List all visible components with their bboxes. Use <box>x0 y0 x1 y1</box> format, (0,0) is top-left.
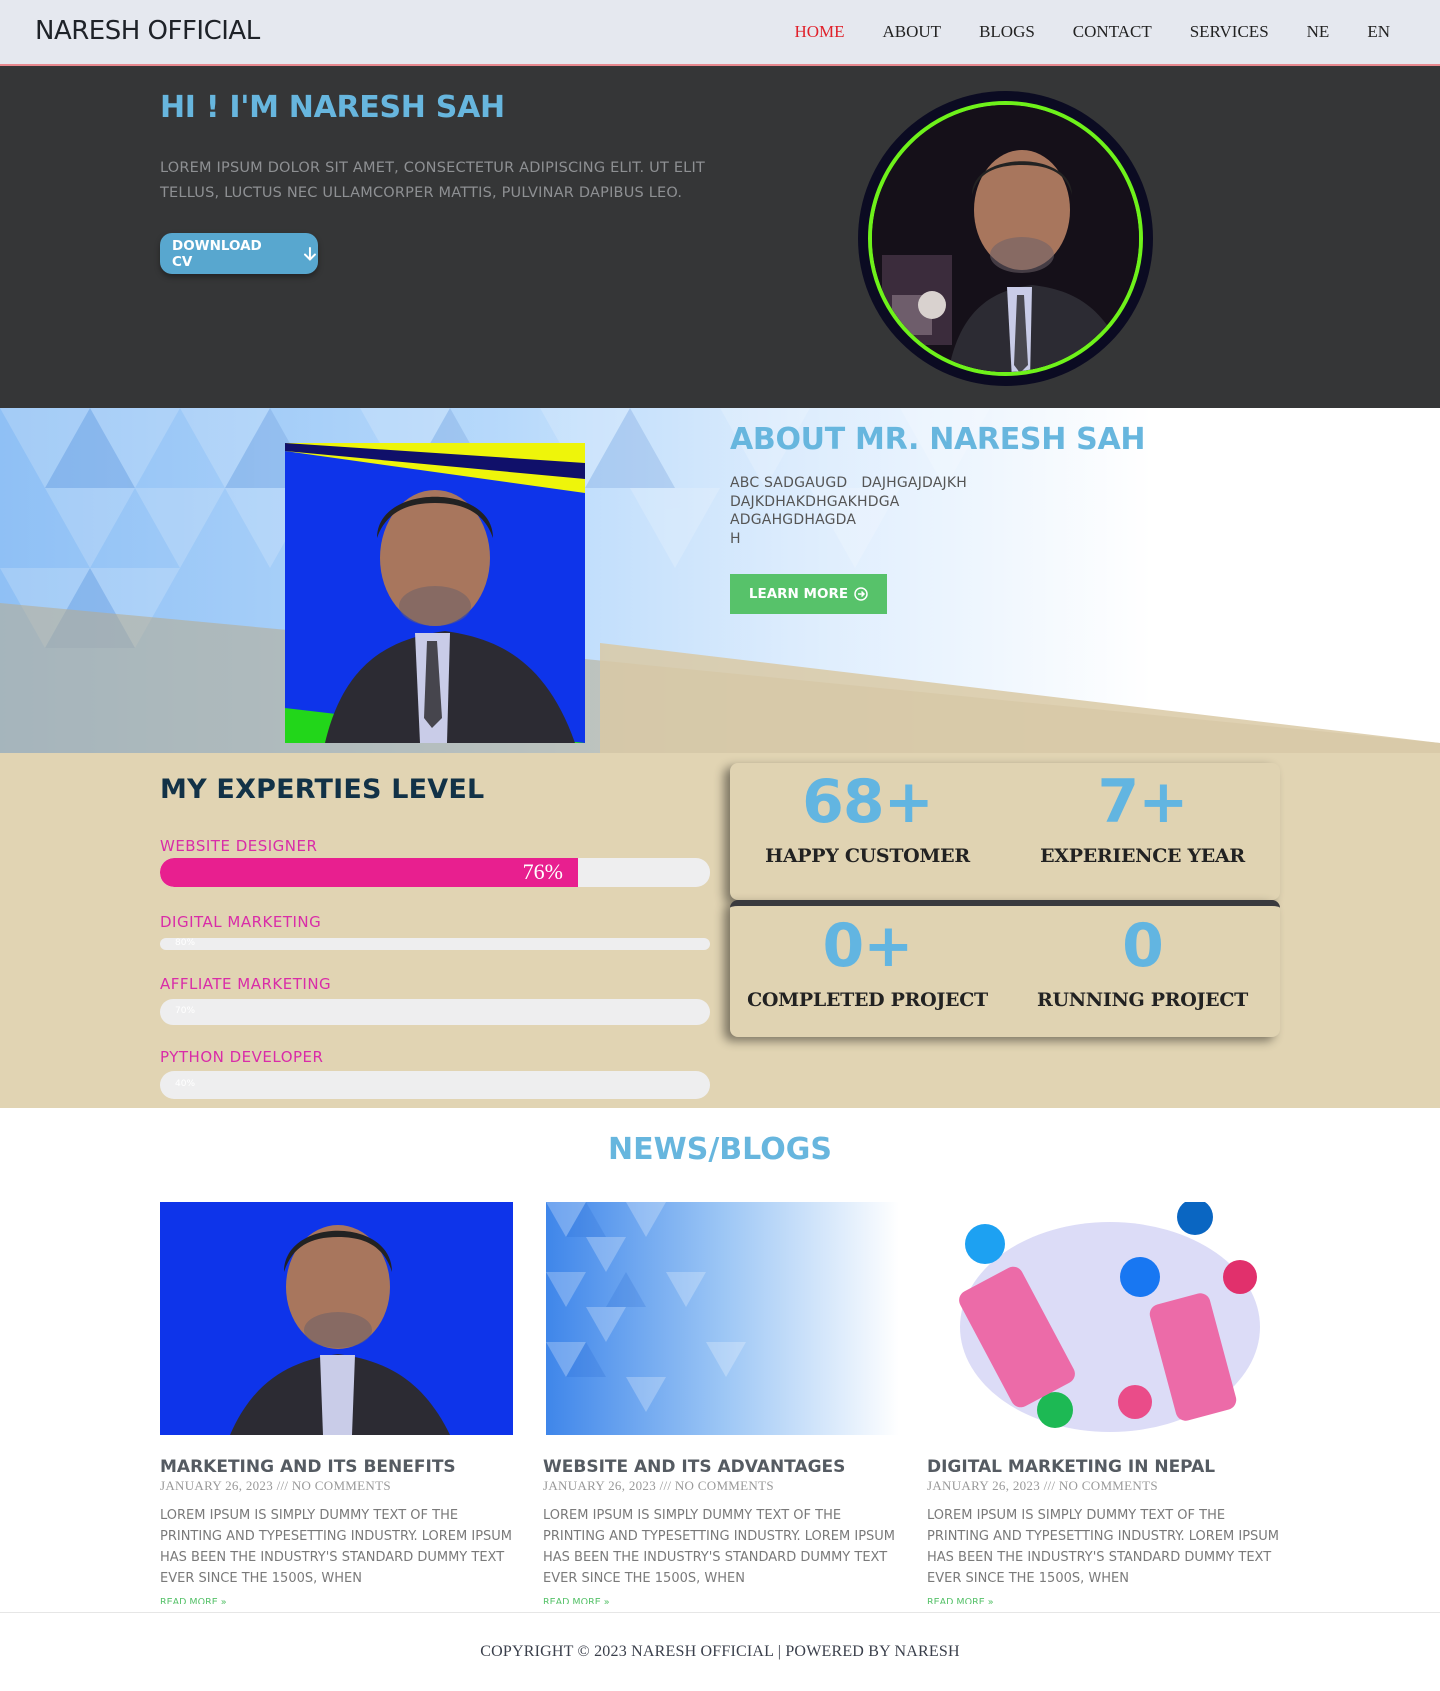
skill-label: AFFLIATE MARKETING <box>160 975 332 993</box>
stats-card: 0+ COMPLETED PROJECT 0 RUNNING PROJECT <box>730 900 1280 1037</box>
hero-section: HI ! I'M NARESH SAH LOREM IPSUM DOLOR SI… <box>0 66 1440 408</box>
stat-item: 7+ EXPERIENCE YEAR <box>1005 769 1280 867</box>
nav-blogs[interactable]: BLOGS <box>979 22 1035 42</box>
post-image[interactable] <box>546 1202 899 1435</box>
experties-section: MY EXPERTIES LEVEL WEBSITE DESIGNER 76% … <box>0 753 1440 1108</box>
stat-number: 0 <box>1122 911 1164 981</box>
nav-home[interactable]: HOME <box>794 22 844 42</box>
stat-item: 0 RUNNING PROJECT <box>1005 913 1280 1011</box>
skill-percent: 76% <box>522 859 563 884</box>
skill-label: DIGITAL MARKETING <box>160 913 322 931</box>
download-cv-button[interactable]: DOWNLOAD CV <box>160 233 318 274</box>
about-line: H <box>730 530 741 547</box>
learn-more-button[interactable]: LEARN MORE <box>730 574 887 614</box>
skill-percent: 40% <box>175 1079 196 1089</box>
post-meta: JANUARY 26, 2023 /// NO COMMENTS <box>543 1478 774 1493</box>
skill-bar: 76% <box>160 858 710 887</box>
social-media-illustration <box>930 1202 1283 1435</box>
site-header: NARESH OFFICIAL HOME ABOUT BLOGS CONTACT… <box>0 0 1440 66</box>
nav-services[interactable]: SERVICES <box>1190 22 1269 42</box>
read-more-link[interactable]: READ MORE » <box>160 1596 227 1604</box>
stat-label: COMPLETED PROJECT <box>747 989 988 1011</box>
download-cv-label: DOWNLOAD CV <box>172 237 262 270</box>
read-more-link[interactable]: READ MORE » <box>927 1596 994 1604</box>
stat-number: 68+ <box>802 767 934 837</box>
post-title[interactable]: MARKETING AND ITS BENEFITS <box>160 1457 456 1477</box>
post-title[interactable]: WEBSITE AND ITS ADVANTAGES <box>543 1457 845 1477</box>
stat-number: 7+ <box>1097 767 1188 837</box>
skill-label: WEBSITE DESIGNER <box>160 837 318 855</box>
post-meta: JANUARY 26, 2023 /// NO COMMENTS <box>927 1478 1158 1493</box>
learn-more-label: LEARN MORE <box>748 586 849 602</box>
post-meta: JANUARY 26, 2023 /// NO COMMENTS <box>160 1478 391 1493</box>
hero-text: LOREM IPSUM DOLOR SIT AMET, CONSECTETUR … <box>160 160 705 201</box>
arrow-circle-right-icon <box>854 587 868 601</box>
post-title[interactable]: DIGITAL MARKETING IN NEPAL <box>927 1457 1215 1477</box>
skill-bar: 80% <box>160 938 710 950</box>
stat-item: 0+ COMPLETED PROJECT <box>730 913 1005 1011</box>
site-logo[interactable]: NARESH OFFICIAL <box>35 16 260 46</box>
hero-title: HI ! I'M NARESH SAH <box>160 90 505 125</box>
profile-avatar <box>858 91 1153 386</box>
arrow-down-icon <box>304 246 317 261</box>
about-section: ABOUT MR. NARESH SAH ABC SADGAUGD DAJHGA… <box>0 408 1440 753</box>
portrait-illustration <box>872 105 1139 372</box>
post-image[interactable] <box>160 1202 513 1435</box>
post-excerpt: LOREM IPSUM IS SIMPLY DUMMY TEXT OF THE … <box>543 1508 896 1586</box>
about-photo <box>285 443 585 743</box>
stats-card: 68+ HAPPY CUSTOMER 7+ EXPERIENCE YEAR <box>730 763 1280 900</box>
about-line: ABC SADGAUGD DAJHGAJDAJKH <box>730 475 967 491</box>
stat-number: 0+ <box>822 911 913 981</box>
skill-percent: 70% <box>175 1006 196 1016</box>
profile-photo <box>868 101 1143 376</box>
portrait-illustration <box>160 1202 513 1435</box>
about-line: DAJKDHAKDHGAKHDGA <box>730 493 900 510</box>
skill-bar-fill: 76% <box>160 858 578 887</box>
about-title: ABOUT MR. NARESH SAH <box>730 422 1146 457</box>
skill-percent: 80% <box>175 938 196 948</box>
post-image[interactable] <box>930 1202 1283 1435</box>
skill-label: PYTHON DEVELOPER <box>160 1048 324 1066</box>
nav-lang-en[interactable]: EN <box>1367 22 1390 42</box>
stat-label: EXPERIENCE YEAR <box>1040 845 1245 867</box>
blue-triangles-illustration <box>546 1202 899 1435</box>
nav-contact[interactable]: CONTACT <box>1073 22 1152 42</box>
post-excerpt: LOREM IPSUM IS SIMPLY DUMMY TEXT OF THE … <box>160 1508 513 1586</box>
nav-about[interactable]: ABOUT <box>883 22 942 42</box>
main-nav: HOME ABOUT BLOGS CONTACT SERVICES NE EN <box>756 22 1390 42</box>
experties-title: MY EXPERTIES LEVEL <box>160 774 485 805</box>
news-title: NEWS/BLOGS <box>608 1132 832 1167</box>
post-excerpt: LOREM IPSUM IS SIMPLY DUMMY TEXT OF THE … <box>927 1508 1280 1586</box>
read-more-link[interactable]: READ MORE » <box>543 1596 610 1604</box>
copyright-text: COPYRIGHT © 2023 NARESH OFFICIAL | POWER… <box>480 1643 960 1660</box>
about-text: ABC SADGAUGD DAJHGAJDAJKH DAJKDHAKDHGAKH… <box>730 474 967 548</box>
stat-label: RUNNING PROJECT <box>1036 989 1249 1011</box>
stat-item: 68+ HAPPY CUSTOMER <box>730 769 1005 867</box>
skill-bar: 70% <box>160 999 710 1025</box>
skill-bar: 40% <box>160 1071 710 1099</box>
about-line: ADGAHGDHAGDA <box>730 512 857 528</box>
site-footer: COPYRIGHT © 2023 NARESH OFFICIAL | POWER… <box>0 1612 1440 1691</box>
nav-lang-ne[interactable]: NE <box>1307 22 1330 42</box>
triangle-background <box>0 408 1440 753</box>
portrait-illustration <box>285 443 585 743</box>
stat-label: HAPPY CUSTOMER <box>765 845 970 867</box>
